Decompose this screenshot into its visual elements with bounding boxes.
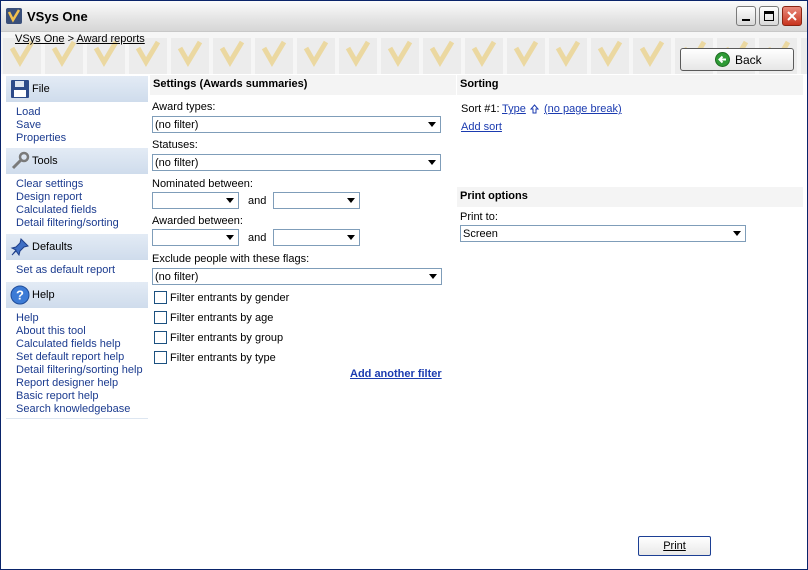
statuses-label: Statuses: [152,139,198,151]
group-filter-label: Filter entrants by group [170,332,284,344]
back-button-label: Back [735,53,762,67]
age-filter-label: Filter entrants by age [170,312,274,324]
title-bar: VSys One [1,1,807,32]
sidebar-help-header: ? Help [6,282,148,308]
breadcrumb-root-link[interactable]: VSys One [15,33,65,45]
chevron-down-icon [730,227,744,240]
sidebar-tools-list: Clear settings Design report Calculated … [6,175,148,235]
nominated-label: Nominated between: [152,178,253,190]
chevron-down-icon [425,156,439,169]
sidebar-item-load[interactable]: Load [16,106,148,119]
close-button[interactable] [782,6,802,26]
group-filter-checkbox[interactable] [154,331,167,344]
wrench-icon [11,151,30,170]
floppy-disk-icon [11,80,29,98]
settings-title: Settings (Awards summaries) [153,78,308,90]
svg-text:?: ? [16,288,24,303]
close-icon [787,11,797,21]
print-button[interactable]: Print [638,536,711,556]
sidebar-item-basic-report-help[interactable]: Basic report help [16,390,148,403]
awarded-from-select[interactable] [152,229,239,246]
sidebar-item-design-report[interactable]: Design report [16,191,148,204]
award-types-select[interactable]: (no filter) [152,116,441,133]
pushpin-icon [10,238,29,257]
minimize-button[interactable] [736,6,756,26]
sort1-page-break-link[interactable]: (no page break) [544,103,622,115]
maximize-button[interactable] [759,6,779,26]
breadcrumb: VSys One > Award reports [15,33,145,45]
chevron-down-icon [425,118,439,131]
help-question-icon: ? [10,285,30,305]
chevron-down-icon [344,231,358,244]
chevron-down-icon [223,194,237,207]
statuses-value: (no filter) [155,157,199,169]
flags-label: Exclude people with these flags: [152,253,310,265]
sorting-title: Sorting [460,78,499,90]
awarded-to-select[interactable] [273,229,360,246]
sidebar-item-clear-settings[interactable]: Clear settings [16,178,148,191]
sort1-label: Sort #1: [461,103,500,115]
flags-value: (no filter) [155,271,199,283]
sidebar-tools-header: Tools [6,148,148,174]
print-to-select[interactable]: Screen [460,225,746,242]
sidebar-file-header: File [6,76,148,102]
sidebar-item-detail-filtering[interactable]: Detail filtering/sorting [16,217,148,230]
sidebar-help-list: Help About this tool Calculated fields h… [6,309,148,419]
print-button-label: Print [663,540,686,552]
chevron-down-icon [344,194,358,207]
type-filter-checkbox[interactable] [154,351,167,364]
window-title: VSys One [27,9,88,24]
sidebar-item-report-designer-help[interactable]: Report designer help [16,377,148,390]
back-arrow-icon [715,52,730,67]
sidebar-tools-title: Tools [32,155,58,167]
type-filter-label: Filter entrants by type [170,352,276,364]
chevron-down-icon [426,270,440,283]
gender-filter-checkbox[interactable] [154,291,167,304]
sidebar-item-set-default-help[interactable]: Set default report help [16,351,148,364]
add-another-filter-link[interactable]: Add another filter [350,368,442,380]
sidebar-file-title: File [32,83,50,95]
breadcrumb-separator: > [67,33,75,45]
add-sort-link[interactable]: Add sort [461,121,502,133]
sidebar-item-calculated-fields[interactable]: Calculated fields [16,204,148,217]
sidebar-item-set-default[interactable]: Set as default report [16,264,148,277]
awarded-and-label: and [248,232,267,244]
sidebar-item-calculated-fields-help[interactable]: Calculated fields help [16,338,148,351]
age-filter-checkbox[interactable] [154,311,167,324]
flags-select[interactable]: (no filter) [152,268,442,285]
sidebar-item-save[interactable]: Save [16,119,148,132]
sidebar-defaults-header: Defaults [6,234,148,260]
sidebar: File Load Save Properties Tools Clear se… [6,76,148,419]
sort-ascending-icon[interactable] [530,104,539,114]
sort1-field-link[interactable]: Type [502,103,526,115]
sidebar-defaults-title: Defaults [32,241,73,253]
nominated-and-label: and [248,195,267,207]
sorting-header-strip [457,75,803,95]
award-types-value: (no filter) [155,119,199,131]
sidebar-item-about[interactable]: About this tool [16,325,148,338]
gender-filter-label: Filter entrants by gender [170,292,290,304]
sidebar-help-title: Help [32,289,55,301]
statuses-select[interactable]: (no filter) [152,154,441,171]
sidebar-item-search-knowledgebase[interactable]: Search knowledgebase [16,403,148,416]
print-to-label: Print to: [460,211,498,223]
award-types-label: Award types: [152,101,216,113]
nominated-to-select[interactable] [273,192,360,209]
sidebar-file-list: Load Save Properties [6,103,148,149]
chevron-down-icon [223,231,237,244]
breadcrumb-current-link[interactable]: Award reports [76,33,144,45]
sidebar-item-help[interactable]: Help [16,312,148,325]
sidebar-item-properties[interactable]: Properties [16,132,148,145]
nominated-from-select[interactable] [152,192,239,209]
sidebar-defaults-list: Set as default report [6,261,148,283]
awarded-label: Awarded between: [152,215,243,227]
print-options-title: Print options [460,190,528,202]
print-to-value: Screen [463,228,498,240]
back-button[interactable]: Back [680,48,794,71]
app-window: VSys One VSys One > Award reports Back F… [0,0,808,570]
sidebar-item-detail-filtering-help[interactable]: Detail filtering/sorting help [16,364,148,377]
app-logo-icon [6,8,22,24]
